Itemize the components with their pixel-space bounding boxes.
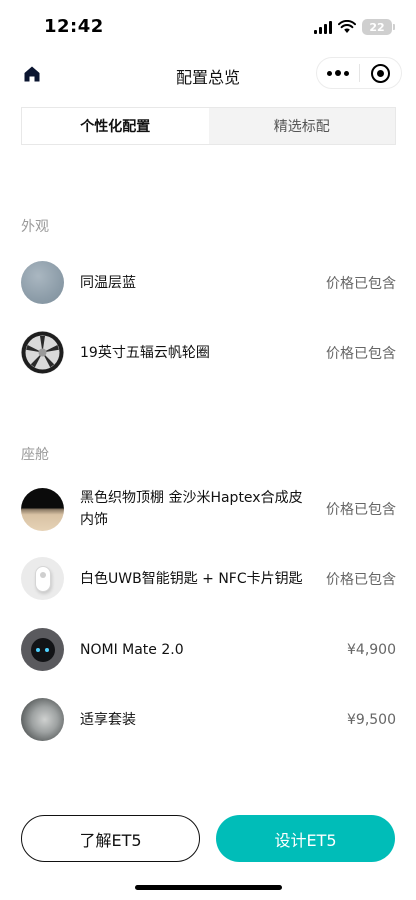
close-target-icon[interactable] — [360, 58, 401, 88]
key-fob-thumbnail — [21, 557, 64, 600]
item-price: ¥9,500 — [347, 711, 396, 728]
interior-thumbnail — [21, 487, 64, 531]
wheel-thumbnail — [21, 331, 64, 374]
list-item[interactable]: 19英寸五辐云帆轮圈 价格已包含 — [21, 331, 396, 374]
design-et5-button[interactable]: 设计ET5 — [216, 815, 395, 862]
mini-program-capsule — [316, 57, 402, 89]
list-item[interactable]: NOMI Mate 2.0 ¥4,900 — [21, 628, 396, 671]
status-time: 12:42 — [44, 16, 104, 37]
section-title-exterior: 外观 — [21, 219, 49, 235]
item-price: ¥4,900 — [347, 641, 396, 658]
status-bar: 12:42 22 — [0, 0, 416, 52]
list-item[interactable]: 白色UWB智能钥匙 + NFC卡片钥匙 价格已包含 — [21, 557, 396, 600]
more-menu-icon[interactable] — [317, 58, 359, 88]
nav-bar: 配置总览 — [0, 52, 416, 98]
item-price: 价格已包含 — [326, 571, 396, 588]
list-item[interactable]: 适享套装 ¥9,500 — [21, 698, 396, 741]
wifi-icon — [338, 20, 356, 33]
seat-package-thumbnail — [21, 698, 64, 741]
learn-et5-button[interactable]: 了解ET5 — [21, 815, 200, 862]
tab-selected-standard[interactable]: 精选标配 — [209, 108, 396, 144]
cellular-signal-icon — [314, 20, 332, 34]
item-name: 同温层蓝 — [80, 274, 136, 291]
section-title-cabin: 座舱 — [21, 447, 49, 463]
item-name: 白色UWB智能钥匙 + NFC卡片钥匙 — [80, 570, 303, 587]
item-name: 19英寸五辐云帆轮圈 — [80, 344, 210, 361]
list-item[interactable]: 黑色织物顶棚 金沙米Haptex合成皮内饰 价格已包含 — [21, 487, 396, 531]
item-price: 价格已包含 — [326, 275, 396, 292]
config-tabs: 个性化配置 精选标配 — [21, 107, 396, 145]
item-price: 价格已包含 — [326, 502, 396, 518]
item-price: 价格已包含 — [326, 345, 396, 362]
nomi-thumbnail — [21, 628, 64, 671]
item-name: 适享套装 — [80, 711, 136, 728]
item-name: NOMI Mate 2.0 — [80, 641, 184, 658]
tab-personalized-config[interactable]: 个性化配置 — [22, 108, 209, 144]
status-icons: 22 — [314, 19, 395, 35]
list-item[interactable]: 同温层蓝 价格已包含 — [21, 261, 396, 304]
color-swatch-thumbnail — [21, 261, 64, 304]
home-indicator — [135, 885, 282, 890]
battery-icon: 22 — [362, 19, 395, 35]
item-name: 黑色织物顶棚 金沙米Haptex合成皮内饰 — [80, 490, 303, 528]
